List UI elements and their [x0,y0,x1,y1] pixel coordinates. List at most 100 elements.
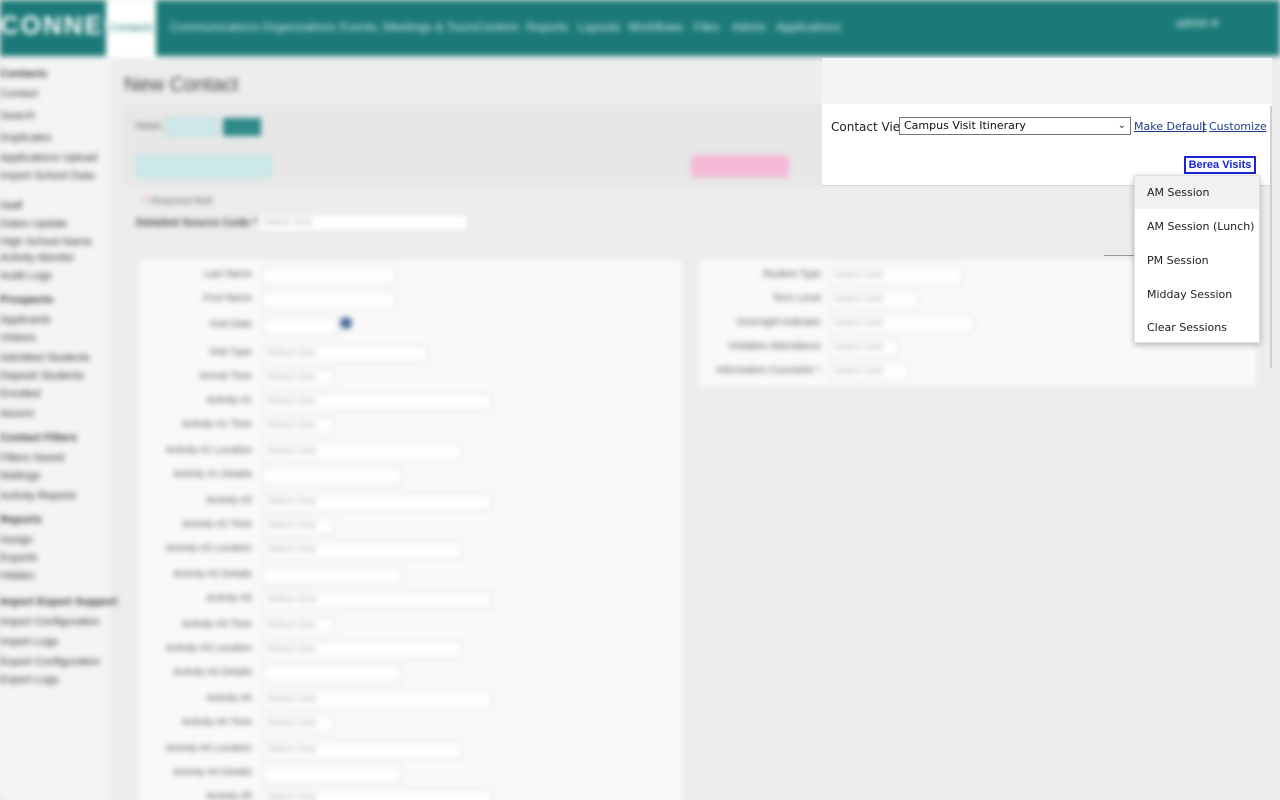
sidebar-item[interactable]: Assign [0,534,33,546]
nav-tab-contacts[interactable]: Contacts [106,0,156,58]
field-label: Activity #1 Location [165,445,252,456]
sidebar-item[interactable]: Import Configuration [0,616,100,628]
sidebar-item[interactable]: Reports [0,514,42,526]
left-field-panel: Last Name First Name Visit Date Visit Ty… [137,258,683,800]
nav-item-admin[interactable]: Admin [732,20,766,34]
activity-select[interactable]: Select One [262,691,492,709]
toolbar-alert-button[interactable] [691,155,789,177]
activity-time-select[interactable]: Select One [262,715,334,733]
activity-select[interactable]: Select One [262,493,492,511]
activity-select[interactable]: Select One [262,393,492,411]
sidebar-item[interactable]: Prospects [0,294,53,306]
toolbar-view-button[interactable] [165,118,217,136]
menu-item-am-session-lunch[interactable]: AM Session (Lunch) [1135,210,1259,243]
sidebar-item[interactable]: Dates Update [0,218,67,230]
nav-item-content[interactable]: Content [476,20,518,34]
activity-select[interactable]: Select One [262,789,492,800]
customize-link[interactable]: Customize [1209,120,1267,133]
activity-location-select[interactable]: Select One [262,541,462,559]
first-name-field[interactable] [262,291,396,309]
activity-location-select[interactable]: Select One [262,741,462,759]
activity-location-select[interactable]: Select One [262,641,462,659]
sidebar-item[interactable]: Audit Logs [0,270,52,282]
sidebar-item[interactable]: Import Logs [0,636,58,648]
activity-select[interactable]: Select One [262,591,492,609]
sidebar-item[interactable]: Applicants [0,314,51,326]
menu-item-pm-session[interactable]: PM Session [1135,244,1259,277]
sidebar-item[interactable]: Export Configuration [0,656,100,668]
activity-time-select[interactable]: Select One [262,617,334,635]
visitation-attendance-select[interactable]: Select One [829,339,899,357]
sidebar-item[interactable]: Export Logs [0,674,59,686]
activity-details-field[interactable] [262,665,402,683]
field-label: Activity #1 Details [173,469,252,480]
activity-details-field[interactable] [262,567,402,585]
field-label: Visit Type [209,347,252,358]
activity-time-select[interactable]: Select One [262,417,334,435]
user-menu[interactable]: admin ▾ [1176,16,1218,30]
nav-item-organizations[interactable]: Organizations [262,20,336,34]
nav-item-workflows[interactable]: Workflows [628,20,683,34]
activity-time-select[interactable]: Select One [262,517,334,535]
sidebar-item[interactable]: Search [0,110,35,122]
nav-item-applications[interactable]: Applications [776,20,841,34]
toolbar-secondary-button[interactable] [137,155,271,177]
field-label: Term Level [772,293,821,304]
sidebar-item[interactable]: High School Name [0,236,92,248]
visit-date-field[interactable] [262,317,338,335]
menu-item-clear-sessions[interactable]: Clear Sessions [1135,311,1259,344]
sidebar-item[interactable]: Exports [0,552,37,564]
sidebar-item[interactable]: Import School Data [0,170,94,182]
overnight-indicator-select[interactable]: Select One [829,315,975,333]
link-separator: | [1202,119,1206,133]
information-counselor-select[interactable]: Select One [829,363,909,381]
sidebar-item[interactable]: Enrolled [0,388,40,400]
nav-item-files[interactable]: Files [694,20,719,34]
sidebar-item[interactable]: Visitors [0,332,36,344]
sidebar-item[interactable]: Hidden [0,570,35,582]
student-type-select[interactable]: Select One [829,267,963,285]
visit-type-select[interactable]: Select One [262,345,428,363]
field-label: Activity #3 [206,593,252,604]
activity-details-field[interactable] [262,765,402,783]
sidebar-item[interactable]: Alumni [0,408,34,420]
sidebar-item[interactable]: Activity Reports [0,490,76,502]
field-label: Student Type [762,269,821,280]
menu-item-midday-session[interactable]: Midday Session [1135,278,1259,311]
menu-item-am-session[interactable]: AM Session [1135,176,1259,209]
term-level-select[interactable]: Select One [829,291,919,309]
arrival-time-select[interactable]: Select One [262,369,334,387]
field-label: Activity #2 Details [173,569,252,580]
field-label: Arrival Time [199,371,252,382]
source-code-select[interactable]: Select One [258,214,468,232]
activity-details-field[interactable] [262,467,402,485]
sidebar-item[interactable]: Admitted Students [0,352,90,364]
sidebar-item[interactable]: Applications Upload [0,152,97,164]
nav-item-communications[interactable]: Communications [170,20,259,34]
berea-visits-button[interactable]: Berea Visits [1184,156,1256,174]
field-label: Activity #3 Location [165,643,252,654]
toolbar-save-button[interactable] [223,118,261,136]
sidebar-item[interactable]: Contacts [0,68,47,80]
sidebar-item[interactable]: Contact [0,88,38,100]
sidebar-item[interactable]: Duplicates [0,132,51,144]
calendar-icon[interactable] [340,317,352,329]
activity-location-select[interactable]: Select One [262,443,462,461]
chevron-down-icon: ⌄ [1117,120,1126,131]
sidebar: Contacts Contact Search Duplicates Appli… [0,60,117,800]
last-name-field[interactable] [262,267,396,285]
sidebar-item[interactable]: Mailings [0,470,40,482]
nav-item-reports[interactable]: Reports [526,20,568,34]
sidebar-item[interactable]: Contact Filters [0,432,77,444]
sidebar-item[interactable]: Staff [0,200,22,212]
contact-view-select[interactable]: Campus Visit Itinerary ⌄ [899,117,1131,135]
sidebar-item[interactable]: Import Export Support [0,596,117,608]
required-note: * Required field [144,196,212,207]
make-default-link[interactable]: Make Default [1134,120,1207,133]
nav-item-events[interactable]: Events, Meetings & Tours [340,20,476,34]
sidebar-item[interactable]: Activity Monitor [0,252,75,264]
nav-item-layouts[interactable]: Layouts [578,20,620,34]
source-code-label: Detailed Source Code * [136,217,258,229]
sidebar-item[interactable]: Deposit Students [0,370,84,382]
sidebar-item[interactable]: Filters Saved [0,452,64,464]
